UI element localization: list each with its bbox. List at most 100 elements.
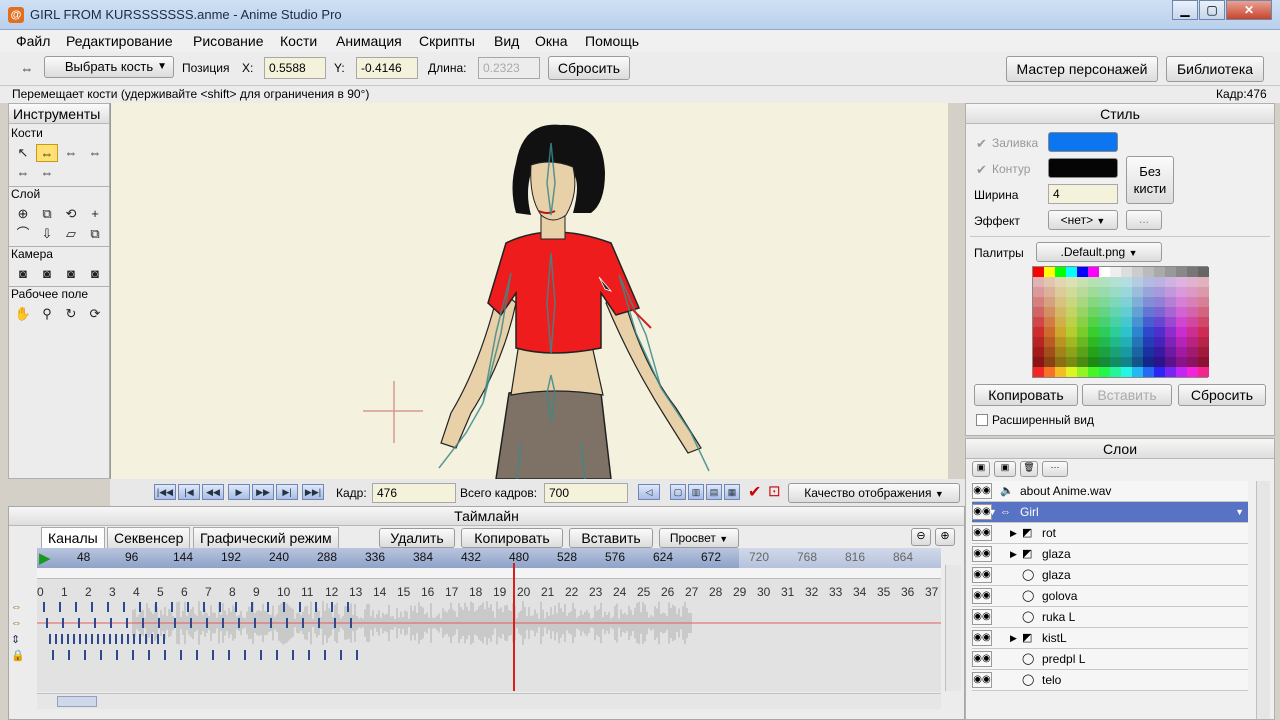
scrollbar-thumb[interactable] [57, 696, 97, 707]
palette-swatch[interactable] [1176, 287, 1187, 297]
palette-swatch[interactable] [1110, 327, 1121, 337]
perspective-icon[interactable]: ⧉ [84, 225, 106, 243]
palette-swatch[interactable] [1121, 267, 1132, 277]
palette-swatch[interactable] [1066, 337, 1077, 347]
rewind-start-icon[interactable]: |◀◀ [154, 484, 176, 500]
palette-swatch[interactable] [1198, 367, 1209, 377]
palette-swatch[interactable] [1154, 297, 1165, 307]
menu-help[interactable]: Помощь [585, 33, 639, 49]
fill-color-swatch[interactable] [1048, 132, 1118, 152]
palette-swatch[interactable] [1055, 287, 1066, 297]
display-quality-dropdown[interactable]: Качество отображения ▼ [788, 483, 960, 503]
palette-swatch[interactable] [1110, 337, 1121, 347]
palette-swatch[interactable] [1198, 347, 1209, 357]
play-icon[interactable]: ▶ [228, 484, 250, 500]
palette-swatch[interactable] [1176, 307, 1187, 317]
visibility-eye-icon[interactable]: ◉◉ [972, 483, 992, 499]
palette-swatch[interactable] [1044, 327, 1055, 337]
menu-bones[interactable]: Кости [280, 33, 317, 49]
palette-swatch[interactable] [1099, 287, 1110, 297]
palette-swatch[interactable] [1143, 267, 1154, 277]
palette-swatch[interactable] [1176, 327, 1187, 337]
palette-swatch[interactable] [1088, 317, 1099, 327]
palette-swatch[interactable] [1132, 367, 1143, 377]
palette-swatch[interactable] [1187, 297, 1198, 307]
palette-swatch[interactable] [1198, 277, 1209, 287]
palette-swatch[interactable] [1055, 307, 1066, 317]
palette-swatch[interactable] [1066, 357, 1077, 367]
palette-swatch[interactable] [1099, 347, 1110, 357]
palette-swatch[interactable] [1088, 347, 1099, 357]
palette-swatch[interactable] [1044, 307, 1055, 317]
palette-swatch[interactable] [1154, 347, 1165, 357]
palette-swatch[interactable] [1077, 347, 1088, 357]
palette-swatch[interactable] [1088, 307, 1099, 317]
visibility-eye-icon[interactable]: ◉◉ [972, 630, 992, 646]
layer-row[interactable]: ◉◉ ◯ telo [972, 670, 1248, 691]
palette-swatch[interactable] [1121, 367, 1132, 377]
chevron-down-icon[interactable]: ▼ [1235, 502, 1244, 523]
duplicate-layer-icon[interactable]: ▣ [994, 461, 1016, 477]
visibility-eye-icon[interactable]: ◉◉ [972, 525, 992, 541]
expand-arrow-icon[interactable]: ▶ [1010, 544, 1017, 565]
visibility-eye-icon[interactable]: ◉◉ [972, 609, 992, 625]
tab-graph-mode[interactable]: Графический режим [193, 527, 339, 549]
new-layer-icon[interactable]: ▣ [972, 461, 990, 477]
sound-icon[interactable]: ◁ [638, 484, 660, 500]
palette-swatch[interactable] [1099, 297, 1110, 307]
palette-swatch[interactable] [1176, 347, 1187, 357]
palette-swatch[interactable] [1198, 267, 1209, 277]
layers-scrollbar[interactable] [1256, 481, 1270, 719]
palette-swatch[interactable] [1143, 297, 1154, 307]
palette-swatch[interactable] [1165, 347, 1176, 357]
palette-swatch[interactable] [1165, 327, 1176, 337]
manipulate-bones-icon[interactable]: ⇔ [36, 164, 58, 182]
palette-swatch[interactable] [1143, 277, 1154, 287]
palette-swatch[interactable] [1165, 287, 1176, 297]
palette-swatch[interactable] [1077, 317, 1088, 327]
effect-more-button[interactable]: ... [1126, 210, 1162, 230]
palette-swatch[interactable] [1044, 297, 1055, 307]
palette-swatch[interactable] [1044, 347, 1055, 357]
palette-swatch[interactable] [1077, 267, 1088, 277]
menu-draw[interactable]: Рисование [193, 33, 264, 49]
palette-swatch[interactable] [1077, 307, 1088, 317]
step-back-key-icon[interactable]: |◀ [178, 484, 200, 500]
layer-row[interactable]: ◉◉ ◯ glaza [972, 565, 1248, 586]
layout-quad-icon[interactable]: ▦ [724, 484, 740, 500]
zoom-icon[interactable]: ⚲ [36, 305, 58, 323]
palette-swatch[interactable] [1121, 357, 1132, 367]
palette-swatch[interactable] [1187, 307, 1198, 317]
palette-swatch[interactable] [1088, 277, 1099, 287]
palette-swatch[interactable] [1110, 367, 1121, 377]
palette-swatch[interactable] [1044, 337, 1055, 347]
palette-swatch[interactable] [1154, 277, 1165, 287]
palette-swatch[interactable] [1066, 297, 1077, 307]
palette-swatch[interactable] [1099, 337, 1110, 347]
layout-split-horizontal-icon[interactable]: ▤ [706, 484, 722, 500]
menu-scripts[interactable]: Скрипты [419, 33, 475, 49]
palette-swatch[interactable] [1198, 307, 1209, 317]
palette-swatch[interactable] [1154, 367, 1165, 377]
color-palette[interactable] [1032, 266, 1209, 378]
hand-icon[interactable]: ✋ [12, 305, 34, 323]
palette-swatch[interactable] [1165, 367, 1176, 377]
canvas[interactable] [110, 103, 948, 479]
palette-swatch[interactable] [1099, 317, 1110, 327]
palette-swatch[interactable] [1165, 307, 1176, 317]
palette-swatch[interactable] [1044, 357, 1055, 367]
palette-swatch[interactable] [1165, 317, 1176, 327]
translate-layer-icon[interactable]: ⊕ [12, 205, 34, 223]
palette-swatch[interactable] [1187, 287, 1198, 297]
palette-swatch[interactable] [1187, 327, 1198, 337]
stroke-checkbox-icon[interactable]: ✔ [976, 162, 987, 178]
palette-swatch[interactable] [1154, 327, 1165, 337]
forward-end-icon[interactable]: ▶▶| [302, 484, 324, 500]
palette-swatch[interactable] [1033, 357, 1044, 367]
palette-swatch[interactable] [1077, 367, 1088, 377]
scale-layer-icon[interactable]: ⧉ [36, 205, 58, 223]
tab-channels[interactable]: Каналы [41, 527, 105, 549]
palette-swatch[interactable] [1121, 317, 1132, 327]
palette-swatch[interactable] [1176, 277, 1187, 287]
palette-swatch[interactable] [1044, 277, 1055, 287]
